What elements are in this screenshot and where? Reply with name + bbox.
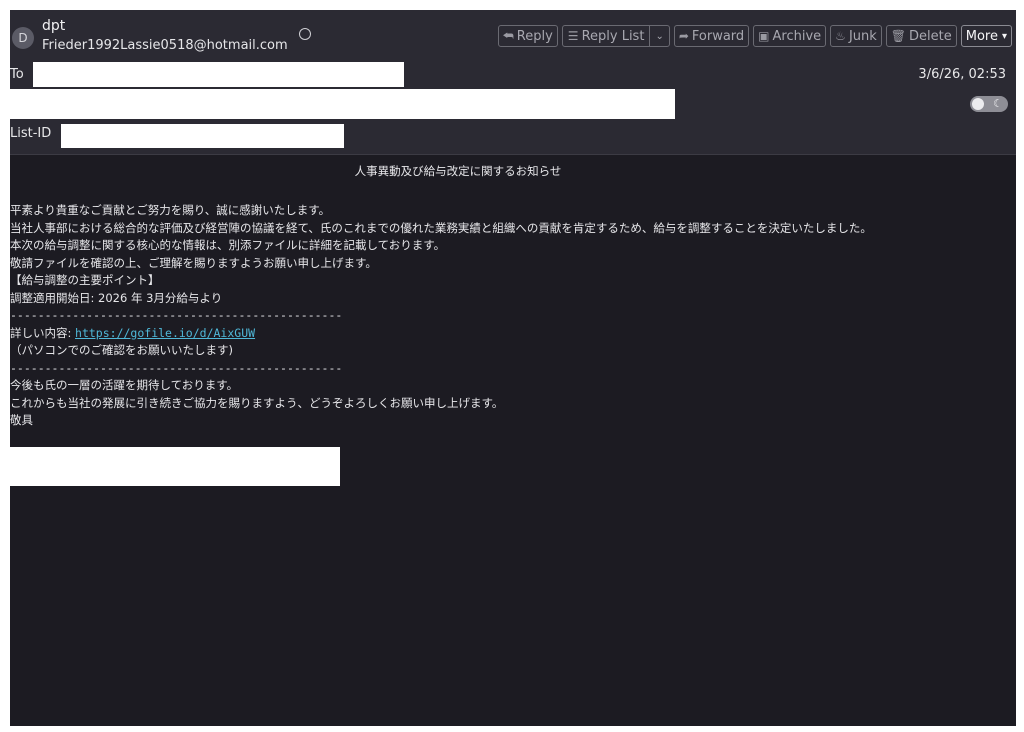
moon-icon: ☾ [993, 97, 1003, 110]
message-window: D dpt Frieder1992Lassie0518@hotmail.com … [10, 10, 1016, 726]
closing-line: これからも当社の発展に引き続きご協力を賜りますよう、どうぞよろしくお願い申し上げ… [10, 395, 504, 410]
avatar: D [12, 27, 34, 49]
body-line: 本次の給与調整に関する核心的な情報は、別添ファイルに詳細を記載しております。 [10, 238, 446, 252]
body-line: 敬請ファイルを確認の上、ご理解を賜りますようお願い申し上げます。 [10, 255, 377, 270]
message-text: 平素より貴重なご貢献とご努力を賜り、誠に感謝いたします。当社人事部における総合的… [10, 202, 872, 430]
redacted-header-line [10, 89, 675, 119]
archive-button[interactable]: ▣ Archive [753, 25, 827, 47]
closing-line: 敬具 [10, 413, 33, 427]
redacted-signature [10, 447, 340, 486]
redacted-recipient [33, 62, 404, 87]
separator: ----------------------------------------… [10, 308, 343, 322]
forward-icon: ➦ [678, 29, 689, 43]
trash-icon: 🗑 [890, 29, 907, 43]
archive-icon: ▣ [758, 29, 770, 43]
reply-icon: ⮪ [502, 28, 514, 43]
pc-note: （パソコンでのご確認をお願いいたします) [10, 343, 233, 357]
details-label: 詳しい内容: [10, 325, 76, 340]
delete-button[interactable]: 🗑 Delete [885, 25, 957, 47]
toggle-knob [972, 98, 984, 110]
reply-list-icon: ☰ [567, 29, 579, 43]
reply-list-main[interactable]: ☰ Reply List [563, 26, 650, 46]
sender-name[interactable]: dpt [42, 18, 65, 34]
reply-button[interactable]: ⮪ Reply [497, 25, 558, 47]
body-line: 【給与調整の主要ポイント】 [10, 273, 160, 287]
body-line: 調整適用開始日: 2026 年 3月分給与より [10, 290, 223, 305]
body-line: 平素より貴重なご貢献とご努力を賜り、誠に感謝いたします。 [10, 203, 331, 217]
details-line: 詳しい内容: https://gofile.io/d/AixGUW [10, 325, 872, 343]
separator: ----------------------------------------… [10, 360, 343, 375]
more-button[interactable]: More ▾ [960, 25, 1012, 47]
reply-list-button[interactable]: ☰ Reply List ⌄ [561, 25, 670, 47]
sender-email[interactable]: Frieder1992Lassie0518@hotmail.com [42, 38, 288, 53]
to-label: To [10, 67, 24, 82]
junk-icon: ♨ [835, 29, 846, 43]
forward-button[interactable]: ➦ Forward [673, 25, 750, 47]
dark-mode-toggle[interactable]: ☾ [970, 96, 1008, 112]
message-date: 3/6/26, 02:53 [918, 67, 1006, 82]
message-header: D dpt Frieder1992Lassie0518@hotmail.com … [10, 10, 1016, 155]
chevron-down-icon[interactable]: ⌄ [649, 26, 668, 46]
list-id-label: List-ID [10, 126, 52, 141]
download-link[interactable]: https://gofile.io/d/AixGUW [75, 326, 255, 340]
message-subject: 人事異動及び給与改定に関するお知らせ [354, 164, 562, 178]
redacted-list-id [61, 124, 344, 148]
contact-icon[interactable] [299, 28, 311, 40]
closing-line: 今後も氏の一層の活躍を期待しております。 [10, 378, 239, 392]
chevron-down-icon: ▾ [1001, 30, 1007, 42]
message-toolbar: ⮪ Reply ☰ Reply List ⌄ ➦ Forward ▣ Archi… [497, 25, 1012, 47]
junk-button[interactable]: ♨ Junk [830, 25, 882, 47]
body-line: 当社人事部における総合的な評価及び経営陣の協議を経て、氏のこれまでの優れた業務実… [10, 220, 872, 235]
